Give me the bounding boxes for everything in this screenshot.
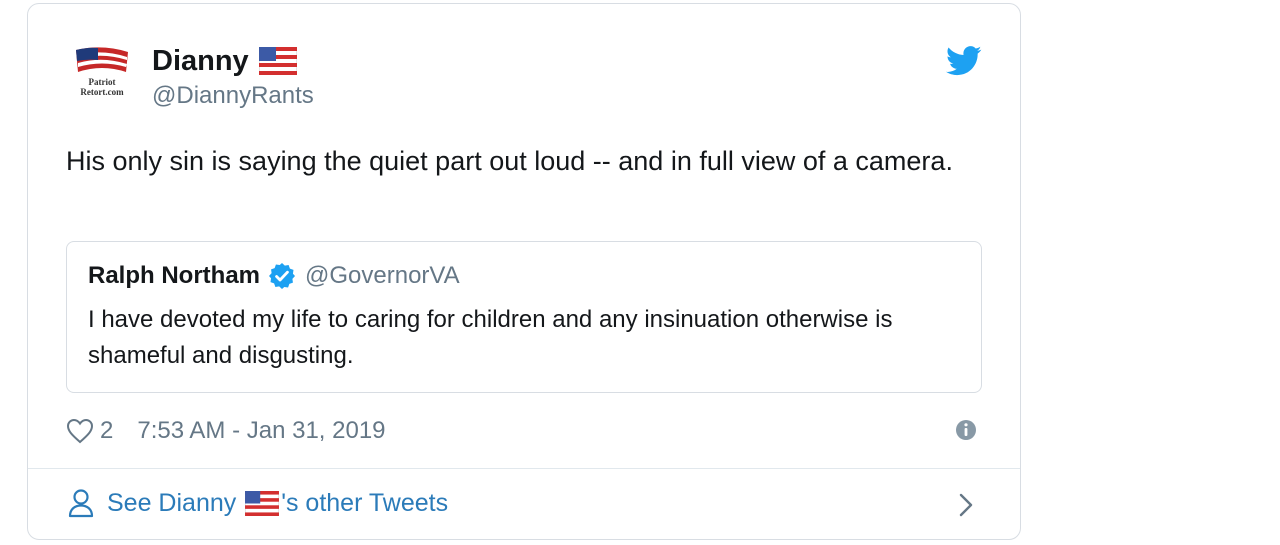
avatar[interactable]: Patriot Retort.com bbox=[72, 44, 132, 104]
verified-badge-icon bbox=[269, 263, 296, 289]
info-icon[interactable] bbox=[955, 419, 977, 441]
quoted-tweet[interactable]: Ralph Northam @GovernorVA I have devoted… bbox=[66, 241, 982, 393]
like-count[interactable]: 2 bbox=[100, 417, 113, 445]
see-other-tweets-link[interactable]: See Dianny 's other Tweets bbox=[68, 488, 448, 518]
see-other-suffix: 's other Tweets bbox=[281, 488, 449, 517]
display-name[interactable]: Dianny bbox=[152, 44, 297, 78]
quoted-author: Ralph Northam @GovernorVA bbox=[88, 262, 460, 290]
us-flag-icon bbox=[258, 47, 297, 75]
tweet-text: His only sin is saying the quiet part ou… bbox=[66, 146, 953, 176]
display-name-text: Dianny bbox=[152, 45, 249, 77]
quoted-author-handle: @GovernorVA bbox=[305, 262, 460, 289]
tweet-timestamp[interactable]: 7:53 AM - Jan 31, 2019 bbox=[137, 417, 385, 445]
us-flag-icon bbox=[76, 47, 128, 72]
heart-icon[interactable] bbox=[66, 418, 94, 444]
us-flag-icon bbox=[245, 490, 280, 516]
see-other-prefix: See Dianny bbox=[107, 488, 244, 517]
person-icon bbox=[68, 489, 94, 518]
chevron-right-icon[interactable] bbox=[956, 492, 976, 518]
quoted-author-name: Ralph Northam bbox=[88, 262, 261, 289]
footer-divider bbox=[28, 468, 1020, 469]
author-handle[interactable]: @DiannyRants bbox=[152, 82, 314, 110]
tweet-meta: 2 7:53 AM - Jan 31, 2019 bbox=[66, 414, 386, 448]
avatar-logo-text: Patriot Retort.com bbox=[80, 77, 124, 97]
quoted-text: I have devoted my life to caring for chi… bbox=[88, 306, 893, 369]
twitter-bird-icon[interactable] bbox=[946, 46, 982, 76]
